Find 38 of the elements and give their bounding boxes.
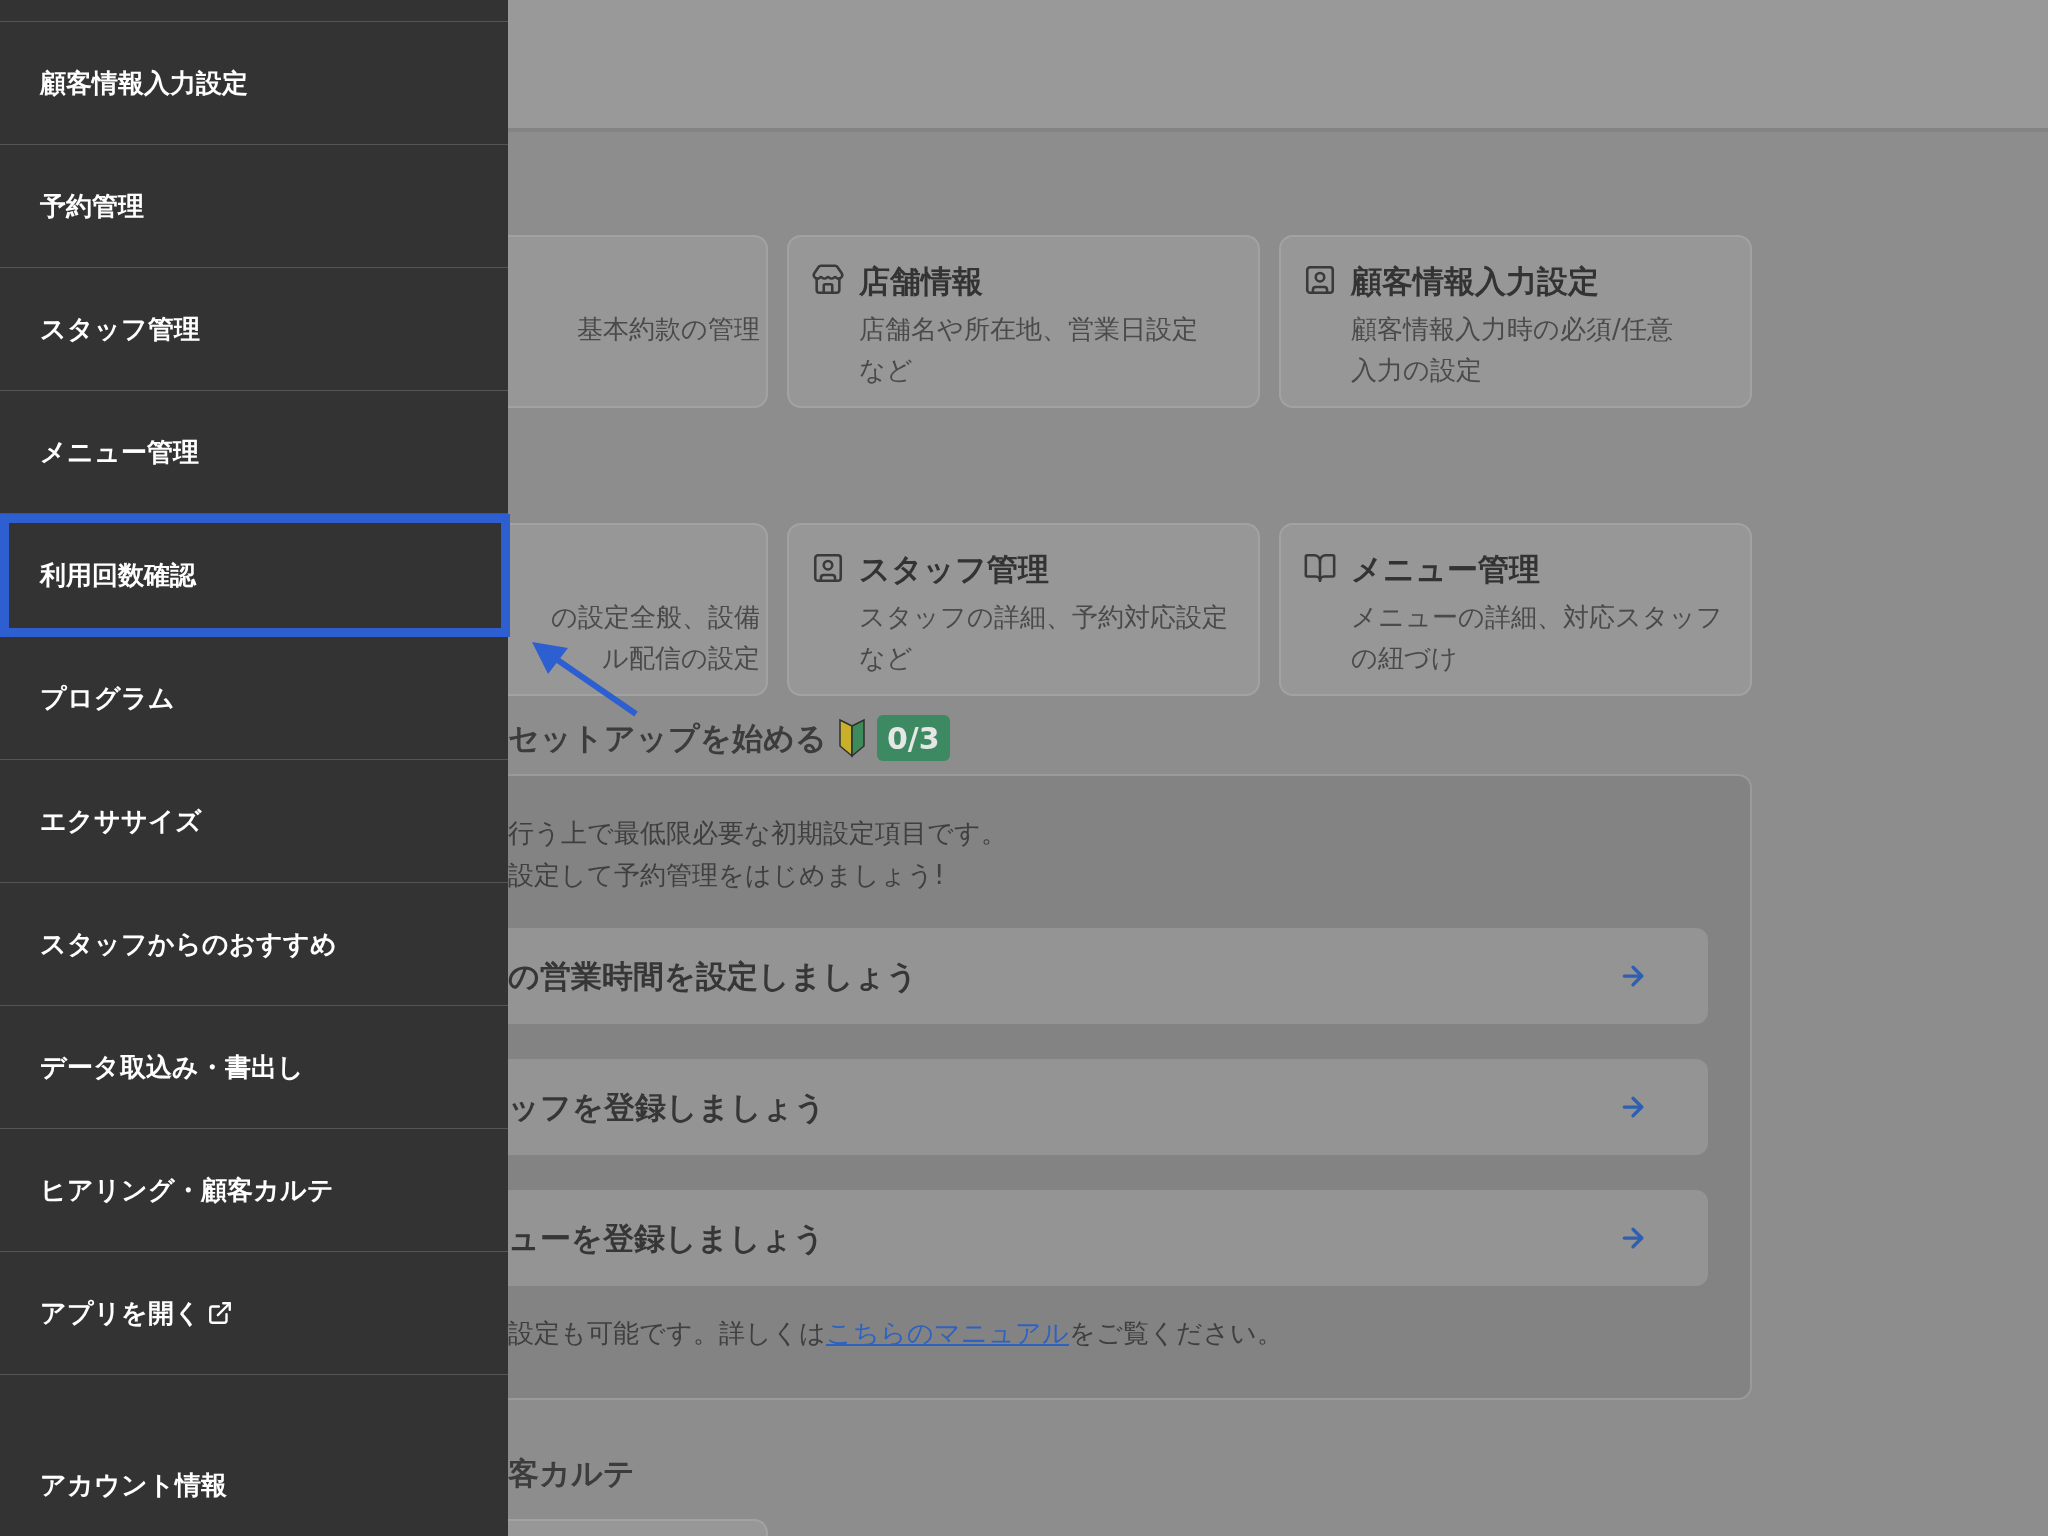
card-title: メニュー管理 [1351,550,1541,589]
beginner-mark-icon [837,718,867,758]
book-icon [1303,551,1337,585]
intro-text: 設定して予約管理をはじめましょう! [508,859,946,892]
card-description: の設定全般、設備 [551,601,760,634]
person-icon [811,551,845,585]
setup-task-button[interactable]: の営業時間を設定しましょう [508,928,1708,1024]
card-description: 顧客情報入力時の必須/任意 [1351,313,1673,346]
card-description: など [859,354,914,387]
card-description: 基本約款の管理 [577,313,760,346]
section-heading: 客カルテ [508,1454,636,1493]
settings-card[interactable]: 顧客情報入力設定 顧客情報入力時の必須/任意 入力の設定 [1279,235,1752,408]
intro-text: 行う上で最低限必要な初期設定項目です。 [508,817,1008,850]
card-description: ル配信の設定 [602,642,760,675]
card-description: など [859,642,914,675]
settings-card[interactable]: メニュー管理 メニューの詳細、対応スタッフ の紐づけ [1279,523,1752,696]
store-icon [811,263,845,297]
settings-card[interactable]: 店舗情報 店舗名や所在地、営業日設定 など [787,235,1260,408]
settings-card[interactable]: スタッフ管理 スタッフの詳細、予約対応設定 など [787,523,1260,696]
setup-task-button[interactable]: ューを登録しましょう [508,1190,1708,1286]
card-description: 入力の設定 [1351,354,1483,387]
card-description: メニューの詳細、対応スタッフ [1351,601,1723,634]
manual-note: 設定も可能です。詳しくは こちらのマニュアルをご覧ください。 [508,1317,1284,1350]
sidebar-item[interactable]: アカウント情報 [0,1375,508,1536]
card-title: 店舗情報 [859,262,984,301]
sidebar-item[interactable]: プログラム [0,637,508,760]
card-description: の紐づけ [1351,642,1459,675]
setup-task-button[interactable]: ッフを登録しましょう [508,1059,1708,1155]
card-title: 顧客情報入力設定 [1351,262,1600,301]
sidebar-item[interactable]: メニュー管理 [0,391,508,514]
sidebar-item[interactable]: 利用回数確認 [0,514,510,637]
person-icon [1303,263,1337,297]
card-title: スタッフ管理 [859,550,1050,589]
sidebar-item[interactable]: 予約管理 [0,145,508,268]
progress-badge: 0/3 [877,715,950,761]
card-description: 店舗名や所在地、営業日設定 [859,313,1198,346]
section-heading: セットアップを始める [508,718,827,758]
card-description: スタッフの詳細、予約対応設定 [859,601,1228,634]
